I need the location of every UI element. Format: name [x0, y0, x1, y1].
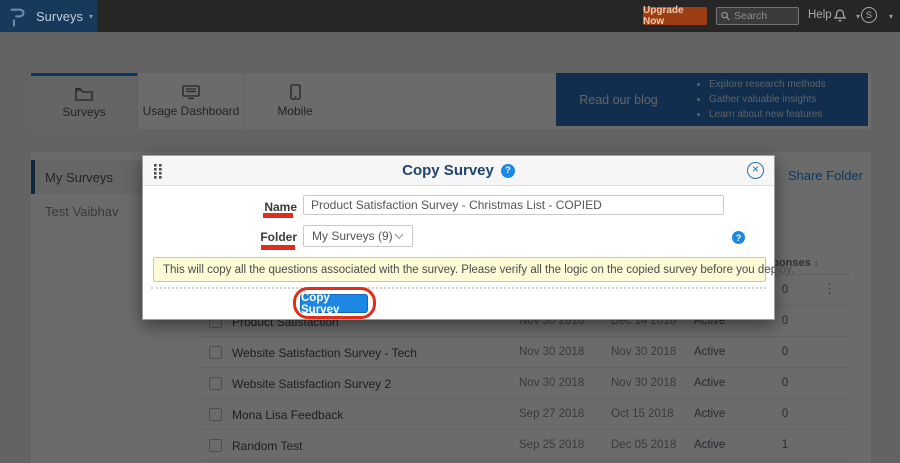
topbar: Surveys ▾ Upgrade Now Help ▾ S ▾: [0, 0, 900, 32]
brand-logo-icon: [9, 4, 27, 28]
product-name: Surveys: [36, 9, 83, 24]
drag-handle-icon[interactable]: [154, 164, 163, 179]
copy-warning-message: This will copy all the questions associa…: [153, 257, 766, 282]
help-link[interactable]: Help: [808, 9, 832, 21]
chevron-down-icon: ▾: [89, 12, 93, 21]
search-input[interactable]: [734, 10, 794, 22]
folder-select[interactable]: My Surveys (9): [303, 225, 413, 247]
name-field-label: Name: [143, 200, 297, 214]
notifications-bell-icon[interactable]: [833, 7, 847, 28]
survey-name-input[interactable]: [303, 195, 724, 215]
upgrade-now-button[interactable]: Upgrade Now: [643, 7, 707, 25]
global-search[interactable]: [716, 7, 799, 25]
copy-survey-button[interactable]: Copy Survey: [300, 294, 368, 313]
chevron-down-icon: [394, 233, 404, 240]
search-icon: [721, 11, 730, 21]
modal-header: Copy Survey ? ×: [143, 156, 774, 186]
user-avatar[interactable]: S: [861, 7, 877, 23]
folder-select-value: My Surveys (9): [312, 229, 393, 243]
annotation-underline-folder: [261, 245, 295, 250]
app-screen: Surveys ▾ Upgrade Now Help ▾ S ▾ S: [0, 0, 900, 463]
account-caret-icon[interactable]: ▾: [889, 12, 893, 21]
modal-title: Copy Survey: [402, 162, 494, 179]
folder-help-icon[interactable]: ?: [732, 231, 745, 244]
folder-field-label: Folder: [143, 230, 297, 244]
close-icon[interactable]: ×: [747, 162, 764, 179]
footer-divider: [151, 287, 766, 289]
help-icon[interactable]: ?: [501, 164, 515, 178]
product-switcher[interactable]: Surveys ▾: [0, 0, 97, 32]
copy-survey-modal: Copy Survey ? × Name Folder My Surveys (…: [142, 155, 775, 320]
notifications-caret-icon[interactable]: ▾: [856, 12, 860, 21]
annotation-underline-name: [263, 213, 293, 218]
